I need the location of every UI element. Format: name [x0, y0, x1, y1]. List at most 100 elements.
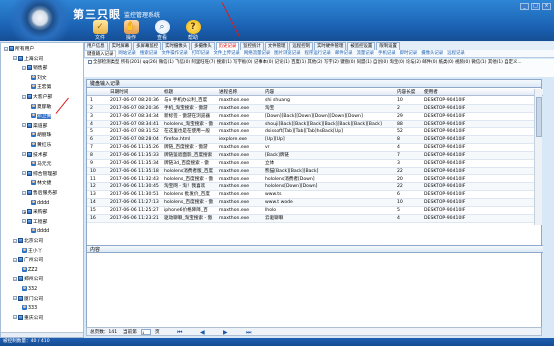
tree-expander-icon[interactable]: - — [22, 65, 26, 70]
tab-6[interactable]: 监控统计 — [240, 42, 264, 50]
tree-expander-icon[interactable]: - — [22, 94, 26, 99]
table-row[interactable]: 3 2017-06-07 08:34:34 新标签 - 傲游在浏览器 maxthon.… — [87, 113, 534, 121]
tree-node[interactable]: - 厦门公司 — [13, 295, 43, 303]
table-row[interactable]: 5 2017-06-07 08:31:52 在这里也是在使用一般 maxthon.ex… — [87, 128, 534, 137]
close-icon[interactable]: × — [542, 3, 551, 10]
tree-node[interactable]: - 渠道部 — [22, 122, 47, 130]
tree-node[interactable]: - 所有用户 — [4, 46, 34, 53]
tab-11[interactable]: 限制设置 — [376, 42, 400, 50]
tree-expander-icon[interactable]: - — [13, 56, 17, 61]
tab-5[interactable]: 历史记录 — [215, 42, 240, 50]
tree-expander-icon[interactable]: - — [13, 238, 17, 243]
maximize-icon[interactable]: □ — [531, 3, 540, 10]
column-header[interactable]: 进程名称 — [219, 89, 237, 96]
filter-checkbox-icon[interactable] — [88, 59, 92, 64]
tree-node[interactable]: 马元元 — [31, 161, 51, 168]
tab-4[interactable]: 多摄像头 — [191, 42, 215, 50]
file-button[interactable]: ✓ 文件 — [86, 20, 114, 41]
tree-node[interactable]: - 大客户部 — [22, 94, 52, 101]
column-header[interactable]: 日期时间 — [110, 89, 128, 96]
tab-3[interactable]: 实时摄像头 — [162, 42, 191, 50]
table-row[interactable]: 14 2017-06-06 11:27:13 hololens_百度搜索 - 傲 ma… — [87, 199, 534, 207]
tree-node[interactable]: - 广州公司 — [13, 257, 43, 264]
tree-node[interactable]: 黄红乐 — [31, 142, 51, 149]
subtab-9[interactable]: 邮件记录 — [333, 50, 355, 57]
table-row[interactable]: 2 2017-06-07 08:20:36 手机_淘宝搜索 - 傲游 maxthon.… — [87, 104, 534, 113]
column-header[interactable]: 内容长度 — [397, 89, 415, 96]
subtab-2[interactable]: 搜索记录 — [138, 50, 160, 57]
subtab-11[interactable]: 手机记录 — [376, 50, 398, 57]
filter-type-list[interactable]: 全部检测类型 所有(201) qq(26) 微信(1) 飞信(0) 阿里旺旺(7… — [88, 59, 554, 67]
first-page-icon[interactable]: ⏮ — [177, 328, 182, 337]
filter-types[interactable]: 所有(201) qq(26) 微信(1) 飞信(0) 阿里旺旺(7) 搜索(1)… — [121, 60, 522, 65]
tree-node[interactable]: - 综合管理部 — [22, 170, 57, 178]
tree-node[interactable]: 王宏第 — [31, 84, 51, 91]
column-header[interactable]: 内容 — [265, 89, 274, 96]
next-page-icon[interactable]: ▶ — [223, 328, 228, 337]
tree-hscrollbar[interactable] — [1, 332, 83, 337]
tree-node[interactable]: - 郑州公司 — [13, 276, 43, 283]
subtab-4[interactable]: 打印记录 — [190, 50, 212, 57]
table-row[interactable]: 10 2017-06-06 11:35:18 hololens消费者版_百度 maxt… — [87, 167, 534, 176]
tree-node[interactable]: 333 — [22, 305, 37, 312]
current-page-input[interactable] — [141, 329, 151, 335]
tree-node[interactable]: - 北京公司 — [13, 238, 43, 245]
tab-8[interactable]: 远程控制 — [289, 42, 313, 50]
tree-node[interactable]: dddd — [31, 228, 49, 235]
column-header[interactable]: 标题 — [164, 89, 173, 96]
tree-expander-icon[interactable]: - — [22, 190, 26, 195]
scrollbar-thumb[interactable] — [536, 97, 542, 137]
subtab-6[interactable]: 网络流量记录 — [242, 50, 272, 57]
subtab-7[interactable]: 图片浏览记录 — [272, 50, 302, 57]
table-row[interactable]: 12 2017-06-06 11:30:45 淘宝网 - 淘！我喜欢 maxthon.… — [87, 183, 534, 192]
tab-2[interactable]: 多屏幕监控 — [133, 42, 162, 50]
tree-node[interactable]: - 工程部 — [22, 218, 47, 226]
tree-expander-icon[interactable]: - — [22, 152, 26, 157]
tree-node[interactable]: 胡丽珠 — [31, 132, 51, 139]
operation-button[interactable]: ✋ 操作 — [117, 20, 145, 41]
table-scrollbar[interactable] — [534, 89, 542, 225]
tree-node[interactable]: - 重庆公司 — [13, 314, 43, 322]
tab-7[interactable]: 文件管理 — [264, 42, 289, 50]
tree-node[interactable]: - 售后服务部 — [22, 190, 57, 197]
table-row[interactable]: 1 2017-06-07 08:20:36 与x 手机办公利_百度 maxthon.e… — [87, 97, 534, 105]
tree-node[interactable]: 刘文 — [31, 74, 47, 82]
tree-node[interactable]: ZZ2 — [22, 266, 38, 274]
tree-expander-icon[interactable]: - — [4, 46, 8, 51]
table-row[interactable]: 4 2017-06-07 08:34:41 hololens_淘宝搜索 - 傲 max… — [87, 120, 534, 129]
tree-node[interactable]: 王小丫 — [22, 247, 42, 255]
prev-page-icon[interactable]: ◀ — [200, 328, 205, 337]
subtab-1[interactable]: 网站记录 — [116, 50, 138, 57]
table-row[interactable]: 9 2017-06-06 11:35:34 牌链3d_百度搜索 - 傲 maxthon… — [87, 160, 534, 168]
table-row[interactable]: 7 2017-06-06 11:35:26 牌链_百度搜索 - 傲游 maxthon.… — [87, 144, 534, 152]
tree-expander-icon[interactable]: + — [22, 209, 26, 214]
minimize-icon[interactable]: _ — [520, 3, 529, 10]
tab-9[interactable]: 实时硬件管理 — [313, 42, 347, 50]
tree-expander-icon[interactable]: - — [13, 276, 17, 281]
tree-node[interactable]: 332 — [22, 286, 37, 293]
subtab-13[interactable]: 摄像头记录 — [419, 50, 445, 57]
tab-1[interactable]: 实时屏幕 — [108, 42, 133, 50]
tree-expander-icon[interactable]: - — [13, 257, 17, 262]
tree-node[interactable]: 夏郁敏 — [31, 103, 51, 111]
tree-node[interactable]: - 技术部 — [22, 151, 47, 159]
subtab-8[interactable]: 程序运行记录 — [303, 50, 333, 57]
subtab-14[interactable]: 远程记录 — [445, 50, 467, 57]
table-row[interactable]: 8 2017-06-06 11:35:33 牌链鉴遮面影_百度搜索 maxthon.e… — [87, 151, 534, 160]
tree-expander-icon[interactable]: - — [22, 123, 26, 128]
subtab-12[interactable]: 即时记录 — [398, 50, 420, 57]
tree-expander-icon[interactable]: - — [13, 315, 17, 320]
help-button[interactable]: ? 帮助 — [179, 20, 207, 41]
table-row[interactable]: 6 2017-06-07 08:28:04 firefox.html iexplore… — [87, 136, 534, 145]
tab-10[interactable]: 被监控设置 — [347, 42, 376, 50]
subtab-5[interactable]: 文件上传记录 — [211, 50, 241, 57]
tree-node[interactable]: - 销售部 — [22, 65, 47, 72]
tree-node[interactable]: dddd — [31, 199, 49, 207]
tree-expander-icon[interactable]: - — [22, 171, 26, 176]
table-row[interactable]: 16 2017-06-06 11:23:21 驱动聊聊_淘宝搜索 - 傲 maxtho… — [87, 214, 534, 223]
tree-node[interactable]: 林文捷 — [31, 180, 51, 187]
subtab-3[interactable]: 文件操作记录 — [160, 50, 190, 57]
table-row[interactable]: 11 2017-06-06 11:32:43 hololens_百度搜索 - 傲 ma… — [87, 176, 534, 184]
tree-node[interactable]: - 上海公司 — [13, 55, 43, 63]
view-button[interactable]: ⌕ 查看 — [148, 20, 176, 41]
